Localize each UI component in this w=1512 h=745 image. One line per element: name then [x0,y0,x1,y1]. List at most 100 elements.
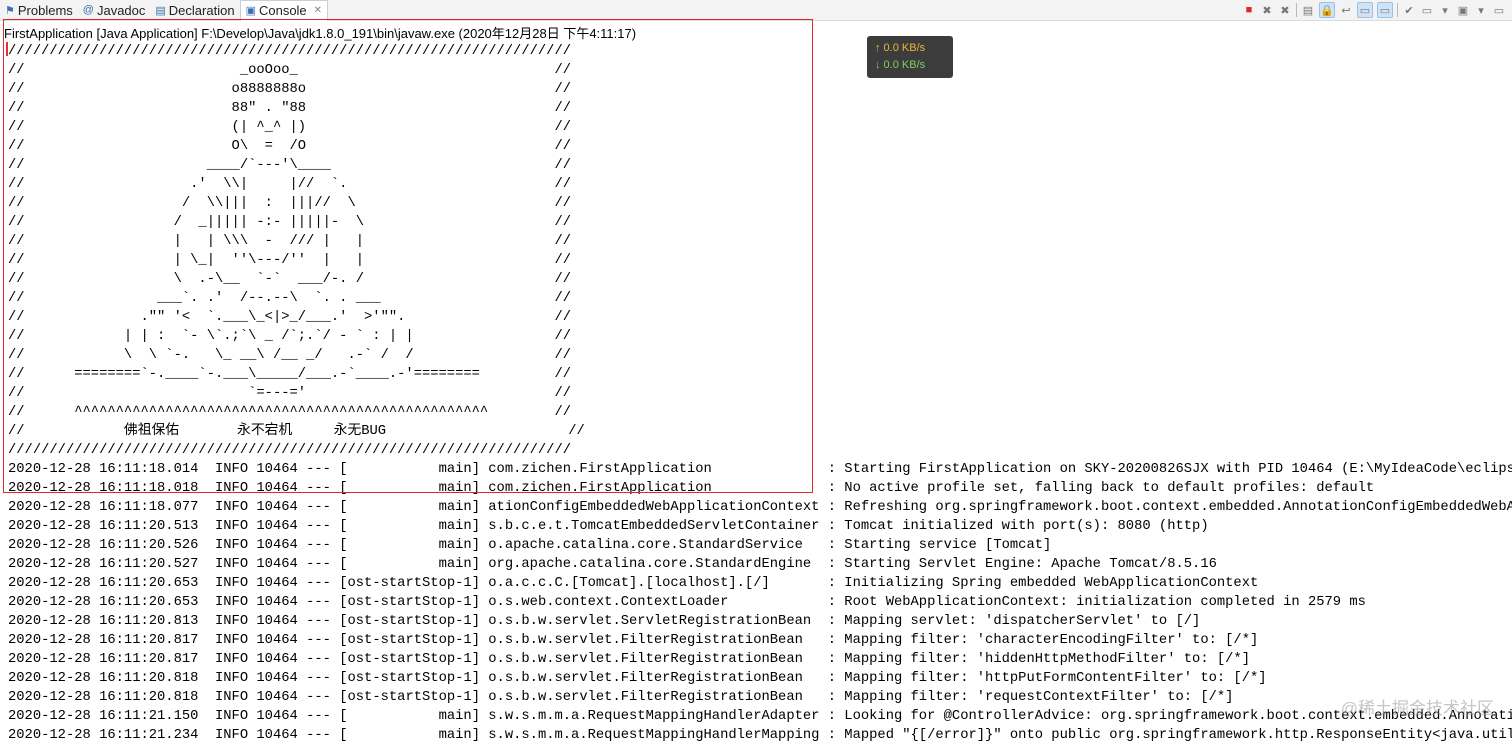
log-timestamp: 2020-12-28 16:11:20.817 [8,652,199,667]
banner-line: // 佛祖保佑 永不宕机 永无BUG // [8,424,585,439]
log-thread: ost-startStop-1 [347,614,472,629]
log-message: Mapping filter: 'httpPutFormContentFilte… [844,671,1267,686]
tab-declaration[interactable]: ▤ Declaration [150,0,239,20]
log-message: Mapping filter: 'hiddenHttpMethodFilter'… [844,652,1250,667]
log-message: Mapping filter: 'requestContextFilter' t… [844,690,1234,705]
banner-line: // O\ = /O // [8,139,572,154]
banner-line: // .' \\| |// `. // [8,177,572,192]
log-pid: 10464 [256,500,298,515]
banner-line: // ___`. .' /--.--\ `. . ___ // [8,291,572,306]
banner-line: // 88" . "88 // [8,101,572,116]
log-timestamp: 2020-12-28 16:11:20.818 [8,690,199,705]
toolbar-separator [1397,3,1398,17]
console-launch-description: FirstApplication [Java Application] F:\D… [4,26,637,41]
log-message: No active profile set, falling back to d… [844,481,1375,496]
open-console-dropdown-icon[interactable]: ▾ [1474,3,1488,17]
log-timestamp: 2020-12-28 16:11:20.527 [8,557,199,572]
log-message: Tomcat initialized with port(s): 8080 (h… [844,519,1209,534]
banner-line: // | | \\\ - /// | | // [8,234,572,249]
log-message: Initializing Spring embedded WebApplicat… [844,576,1259,591]
problems-icon: ⚑ [5,4,15,17]
log-logger: o.s.b.w.servlet.FilterRegistrationBean [488,652,820,667]
console-icon: ▣ [245,5,256,17]
log-timestamp: 2020-12-28 16:11:18.077 [8,500,199,515]
remove-all-terminated-icon[interactable]: ✖ [1278,3,1292,17]
log-line: 2020-12-28 16:11:18.014 INFO 10464 --- [… [8,460,1512,479]
minimize-icon[interactable]: ▭ [1492,3,1506,17]
download-speed: ↓ 0.0 KB/s [875,59,926,71]
log-pid: 10464 [256,671,298,686]
log-line: 2020-12-28 16:11:21.150 INFO 10464 --- [… [8,707,1512,726]
log-level: INFO [215,595,249,610]
log-level: INFO [215,652,249,667]
log-logger: o.a.c.c.C.[Tomcat].[localhost].[/] [488,576,820,591]
remove-launch-icon[interactable]: ✖ [1260,3,1274,17]
log-level: INFO [215,633,249,648]
banner-line: // ========`-.____`-.___\_____/___.-`___… [8,367,572,382]
log-message: Mapping filter: 'characterEncodingFilter… [844,633,1259,648]
log-line: 2020-12-28 16:11:20.653 INFO 10464 --- [… [8,576,1259,591]
log-level: INFO [215,538,249,553]
tab-label: Problems [17,2,73,18]
log-thread: main [347,481,472,496]
log-pid: 10464 [256,728,298,743]
log-level: INFO [215,557,249,572]
log-pid: 10464 [256,633,298,648]
display-console-icon[interactable]: ▭ [1420,3,1434,17]
banner-line: // | | : `- \`.;`\ _ /`;.`/ - ` : | | // [8,329,572,344]
log-thread: ost-startStop-1 [347,633,472,648]
log-level: INFO [215,481,249,496]
banner-line: // / _||||| -:- |||||- \ // [8,215,572,230]
log-logger: o.s.b.w.servlet.FilterRegistrationBean [488,690,820,705]
word-wrap-icon[interactable]: ↩ [1339,3,1353,17]
log-message: Starting Servlet Engine: Apache Tomcat/8… [844,557,1217,572]
tab-label: Console [258,3,307,18]
log-thread: main [347,709,472,724]
log-timestamp: 2020-12-28 16:11:20.818 [8,671,199,686]
close-tab-icon[interactable]: ✕ [314,5,322,16]
log-level: INFO [215,728,249,743]
log-logger: o.s.b.w.servlet.FilterRegistrationBean [488,671,820,686]
scroll-lock-icon[interactable]: 🔒 [1319,2,1335,18]
log-logger: o.s.b.w.servlet.ServletRegistrationBean [488,614,820,629]
log-thread: ost-startStop-1 [347,690,472,705]
terminate-icon[interactable]: ■ [1242,3,1256,17]
log-message: Root WebApplicationContext: initializati… [844,595,1366,610]
banner-line: // ^^^^^^^^^^^^^^^^^^^^^^^^^^^^^^^^^^^^^… [8,405,572,420]
log-level: INFO [215,614,249,629]
clear-console-icon[interactable]: ▤ [1301,3,1315,17]
log-timestamp: 2020-12-28 16:11:20.653 [8,595,199,610]
log-line: 2020-12-28 16:11:20.527 INFO 10464 --- [… [8,557,1217,572]
pin-console-icon[interactable]: ✔ [1402,3,1416,17]
console-output[interactable]: ////////////////////////////////////////… [8,42,1512,745]
log-message: Starting service [Tomcat] [844,538,1052,553]
display-console-dropdown-icon[interactable]: ▾ [1438,3,1452,17]
log-pid: 10464 [256,709,298,724]
banner-line: // o8888888o // [8,82,572,97]
log-timestamp: 2020-12-28 16:11:18.018 [8,481,199,496]
log-line: 2020-12-28 16:11:20.513 INFO 10464 --- [… [8,519,1209,534]
log-pid: 10464 [256,576,298,591]
log-thread: ost-startStop-1 [347,576,472,591]
banner-line: // / \\||| : |||// \ // [8,196,572,211]
tab-console[interactable]: ▣ Console ✕ [239,0,329,21]
show-on-stderr-icon[interactable]: ▭ [1377,2,1393,18]
log-thread: main [347,557,472,572]
banner-line: // ____/`---'\____ // [8,158,572,173]
tab-javadoc[interactable]: @ Javadoc [78,0,151,20]
log-timestamp: 2020-12-28 16:11:21.234 [8,728,199,743]
show-on-stdout-icon[interactable]: ▭ [1357,2,1373,18]
text-cursor [6,42,8,56]
log-thread: ost-startStop-1 [347,595,472,610]
log-pid: 10464 [256,690,298,705]
watermark: @稀土掘金技术社区 [1340,699,1494,718]
banner-line: ////////////////////////////////////////… [8,44,572,59]
log-logger: com.zichen.FirstApplication [488,462,820,477]
open-console-icon[interactable]: ▣ [1456,3,1470,17]
banner-line: // ."" '< `.___\_<|>_/___.' >'"". // [8,310,572,325]
log-message: Mapping servlet: 'dispatcherServlet' to … [844,614,1201,629]
log-pid: 10464 [256,481,298,496]
tab-problems[interactable]: ⚑ Problems [0,0,78,20]
log-level: INFO [215,462,249,477]
log-logger: com.zichen.FirstApplication [488,481,820,496]
